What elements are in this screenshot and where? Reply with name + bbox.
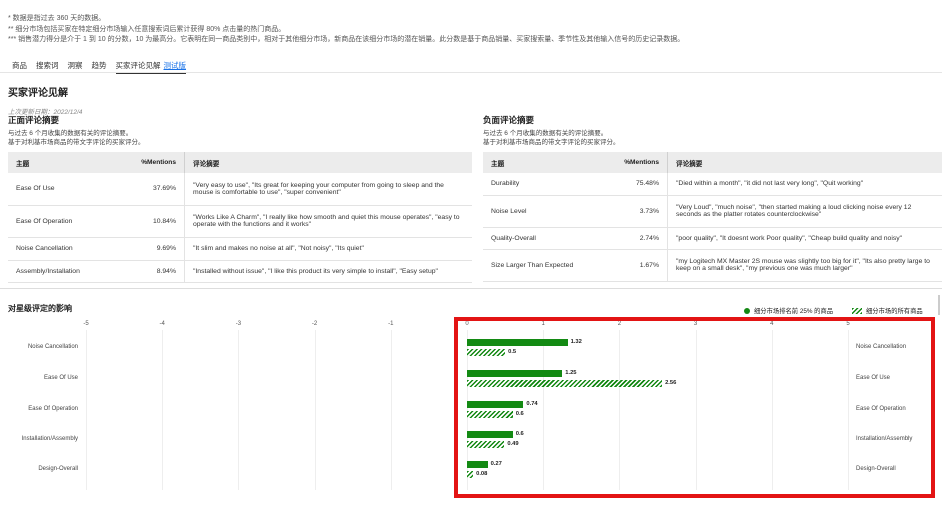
legend-all-swatch [852,307,862,314]
table-row: Durability 75.48% "Died within a month",… [483,173,942,196]
category-label-left: Design-Overall [38,466,78,472]
row-topic: Assembly/Installation [8,260,124,283]
negative-panel-desc: 与过去 6 个月收集的数据有关的评论摘要。 基于对利基市场商品的带文字评论的买家… [483,130,620,147]
row-topic: Durability [483,173,607,196]
positive-desc-line-2: 基于对利基市场商品的带文字评论的买家评分。 [8,138,145,146]
row-summary: "poor quality", "It doesnt work Poor qua… [667,227,942,250]
legend-all-label: 细分市场的所有商品 [866,308,923,315]
highlight-box [454,317,935,498]
row-topic: Size Larger Than Expected [483,249,607,282]
gridline [390,330,392,490]
category-label-left: Installation/Assembly [21,436,78,442]
row-summary: "Works Like A Charm", "I really like how… [184,205,472,238]
x-tick-label: -5 [83,321,89,327]
row-mentions: 75.48% [607,173,668,196]
x-tick-label: -3 [235,321,242,327]
gridline [238,330,240,490]
footnotes: * 数据是指过去 360 天的数据。 ** 细分市场包括买家在特定细分市场输入任… [8,14,684,46]
x-tick-label: -1 [388,321,394,327]
col-mentions: %Mentions [607,152,668,173]
col-topic: 主题 [8,152,124,173]
beta-badge: 测试版 [163,61,187,70]
table-row: Size Larger Than Expected 1.67% "my Logi… [483,249,942,282]
col-topic: 主题 [483,152,607,173]
row-summary: "my Logitech MX Master 2S mouse was slig… [667,249,942,282]
x-tick-label: -4 [159,321,165,327]
positive-panel-desc: 与过去 6 个月收集的数据有关的评论摘要。 基于对利基市场商品的带文字评论的买家… [8,130,145,147]
negative-desc-line-1: 与过去 6 个月收集的数据有关的评论摘要。 [483,130,608,137]
row-summary: "Died within a month", "it did not last … [667,173,942,196]
legend-top25: 细分市场排名前 25% 的商品 [744,306,833,315]
table-row: Assembly/Installation 8.94% "Installed w… [8,260,472,283]
row-summary: "Very Loud", "much noise", "then started… [667,195,942,228]
row-topic: Ease Of Operation [8,205,124,238]
row-topic: Noise Level [483,195,607,228]
page-title: 买家评论见解 [8,88,68,99]
table-row: Ease Of Use 37.69% "Very easy to use", "… [8,173,472,206]
positive-panel-title: 正面评论摘要 [8,115,60,125]
footnote-3: *** 销售潜力得分是介于 1 到 10 的分数，10 为最高分。它表明在同一商… [8,36,685,43]
table-row: Ease Of Operation 10.84% "Works Like A C… [8,205,472,238]
footnote-2: ** 细分市场包括买家在特定细分市场输入任意搜索词后累计获得 80% 点击量的热… [8,25,286,33]
table-row: Noise Cancellation 9.69% "It slim and ma… [8,237,472,261]
row-summary: "Very easy to use", "Its great for keepi… [184,173,472,206]
tab-review-insights-label: 买家评论见解 [115,61,161,70]
row-mentions: 9.69% [124,237,185,261]
tab-divider [0,72,942,73]
legend-top25-swatch [744,307,750,314]
table-row: Noise Level 3.73% "Very Loud", "much noi… [483,195,942,228]
row-mentions: 1.67% [607,249,668,282]
row-topic: Noise Cancellation [8,237,124,261]
category-label-left: Noise Cancellation [27,344,78,350]
table-header-row: 主题 %Mentions 评论摘要 [8,152,472,173]
col-summary: 评论摘要 [667,152,942,173]
category-label-left: Ease Of Use [43,375,78,381]
row-mentions: 3.73% [607,195,668,228]
section-divider [0,288,942,289]
table-row: Quality-Overall 2.74% "poor quality", "I… [483,227,942,250]
row-mentions: 8.94% [124,260,185,283]
col-mentions: %Mentions [124,152,185,173]
row-topic: Quality-Overall [483,227,607,250]
table-header-row: 主题 %Mentions 评论摘要 [483,152,942,173]
gridline [86,330,87,490]
row-mentions: 10.84% [124,205,185,238]
positive-review-table: 主题 %Mentions 评论摘要 Ease Of Use 37.69% "Ve… [8,152,472,283]
impact-title: 对星级评定的影响 [8,304,72,313]
row-summary: "Installed without issue", "I like this … [184,260,472,283]
gridline [314,330,316,490]
row-topic: Ease Of Use [8,173,124,206]
positive-desc-line-1: 与过去 6 个月收集的数据有关的评论摘要。 [8,130,133,137]
negative-review-table: 主题 %Mentions 评论摘要 Durability 75.48% "Die… [483,152,942,282]
row-mentions: 2.74% [607,227,668,250]
row-mentions: 37.69% [124,173,185,206]
gridline [162,330,164,490]
category-label-left: Ease Of Operation [28,406,78,412]
negative-panel-title: 负面评论摘要 [483,115,535,125]
row-summary: "It slim and makes no noise at all", "No… [184,237,472,261]
col-summary: 评论摘要 [184,152,472,173]
legend-top25-label: 细分市场排名前 25% 的商品 [754,308,834,315]
scrollbar[interactable] [938,295,940,315]
negative-desc-line-2: 基于对利基市场商品的带文字评论的买家评分。 [483,138,620,146]
footnote-1: * 数据是指过去 360 天的数据。 [8,15,106,22]
x-tick-label: -2 [311,321,318,327]
legend-all: 细分市场的所有商品 [852,306,923,315]
